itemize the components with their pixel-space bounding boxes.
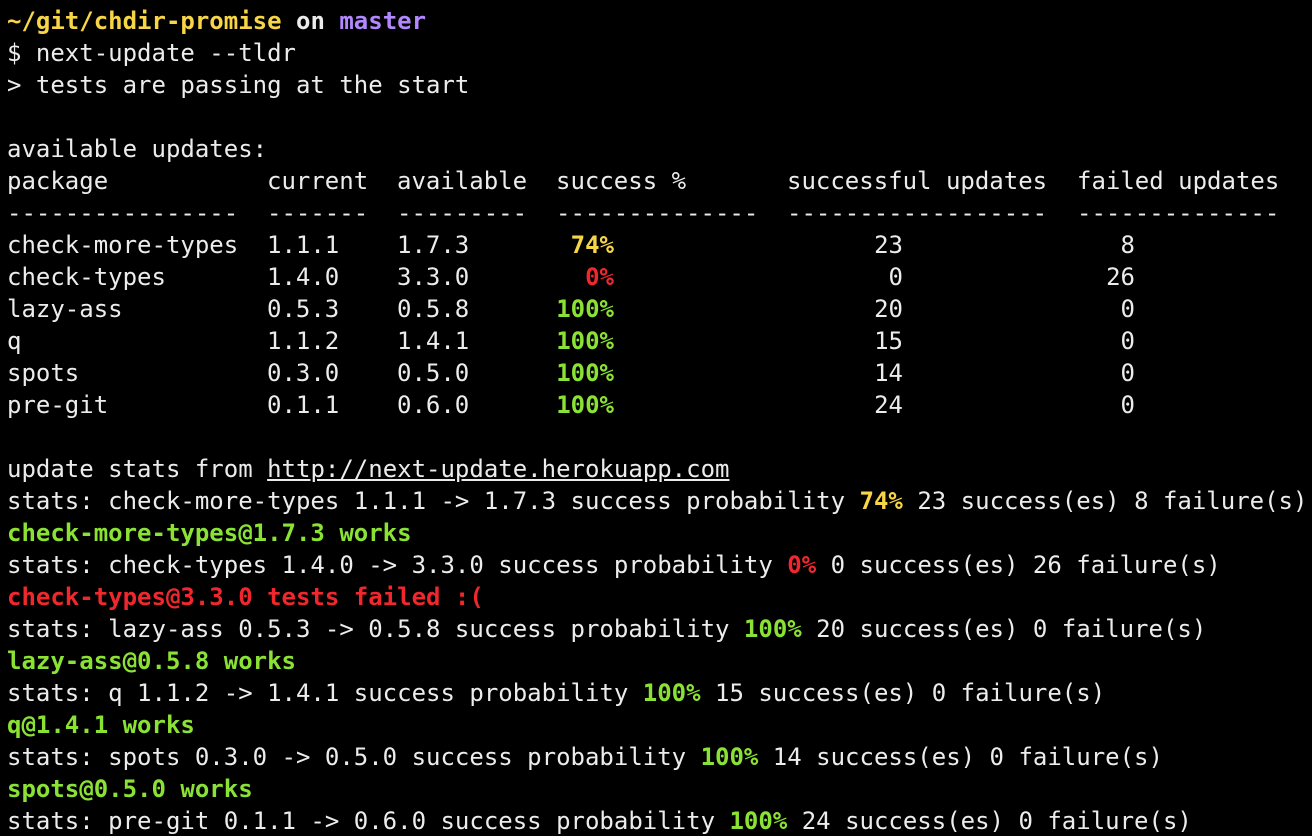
cell-package: q	[7, 327, 22, 355]
terminal-window[interactable]: ~/git/chdir-promise on master $ next-upd…	[0, 0, 1312, 836]
table-row: check-more-types 1.1.1 1.7.3 74% 23 8	[0, 229, 1312, 261]
prompt-line: ~/git/chdir-promise on master	[0, 5, 426, 37]
table-row: check-types 1.4.0 3.3.0 0% 0 26	[0, 261, 1312, 293]
cell-success: 74%	[570, 231, 614, 259]
stats-probability: 100%	[729, 807, 788, 835]
cell-available: 1.7.3	[397, 231, 470, 259]
result-line-works: check-more-types@1.7.3 works	[7, 519, 412, 547]
result-line-works: lazy-ass@0.5.8 works	[7, 647, 296, 675]
table-row: lazy-ass 0.5.3 0.5.8 100% 20 0	[0, 293, 1312, 325]
separator-dashes: ---------	[397, 199, 528, 227]
cell-successful: 20	[874, 295, 903, 323]
separator-dashes: --------------	[556, 199, 759, 227]
header-successful-updates: successful updates	[787, 167, 1048, 195]
cell-success: 100%	[556, 391, 614, 419]
table-separator: ---------------- ------- --------- -----…	[0, 197, 1312, 229]
cell-package: check-more-types	[7, 231, 239, 259]
cell-success: 100%	[556, 327, 614, 355]
table-row: q 1.1.2 1.4.1 100% 15 0	[0, 325, 1312, 357]
cell-failed: 0	[1120, 295, 1135, 323]
cell-success: 100%	[556, 295, 614, 323]
stats-probability: 0%	[787, 551, 817, 579]
available-updates-label: available updates:	[7, 135, 268, 163]
stats-line: stats: pre-git 0.1.1 -> 0.6.0 success pr…	[0, 805, 1192, 836]
result-line-works: spots@0.5.0 works	[7, 775, 253, 803]
separator-dashes: ----------------	[7, 199, 239, 227]
stats-counts: 14 success(es) 0 failure(s)	[758, 743, 1163, 771]
stats-source-line: update stats from http://next-update.her…	[0, 453, 729, 485]
stats-counts: 15 success(es) 0 failure(s)	[700, 679, 1106, 707]
cell-package: pre-git	[7, 391, 109, 419]
cell-successful: 24	[874, 391, 903, 419]
header-success: success %	[556, 167, 687, 195]
stats-probability: 100%	[743, 615, 802, 643]
separator-dashes: -------	[267, 199, 369, 227]
cell-package: lazy-ass	[7, 295, 123, 323]
cell-current: 0.5.3	[267, 295, 340, 323]
stats-text: stats: check-types 1.4.0 -> 3.3.0 succes…	[7, 551, 788, 579]
cell-available: 0.6.0	[397, 391, 470, 419]
result-line-works: q@1.4.1 works	[7, 711, 195, 739]
stats-line: stats: check-more-types 1.1.1 -> 1.7.3 s…	[0, 485, 1307, 517]
stats-url-link[interactable]: http://next-update.herokuapp.com	[267, 455, 729, 483]
cell-available: 3.3.0	[397, 263, 470, 291]
cell-current: 1.1.2	[267, 327, 340, 355]
prompt-on: on	[281, 7, 340, 35]
table-row: spots 0.3.0 0.5.0 100% 14 0	[0, 357, 1312, 389]
stats-text: stats: q 1.1.2 -> 1.4.1 success probabil…	[7, 679, 643, 707]
table-header: package current available success % succ…	[0, 165, 1312, 197]
cell-package: check-types	[7, 263, 166, 291]
stats-source-prefix: update stats from	[7, 455, 268, 483]
stats-line: stats: q 1.1.2 -> 1.4.1 success probabil…	[0, 677, 1105, 709]
stats-line: stats: lazy-ass 0.5.3 -> 0.5.8 success p…	[0, 613, 1206, 645]
command-line: $ next-update --tldr	[7, 39, 296, 67]
cell-successful: 15	[874, 327, 903, 355]
cell-failed: 8	[1120, 231, 1135, 259]
cwd-path: ~/git/chdir-promise	[7, 7, 282, 35]
header-package: package	[7, 167, 109, 195]
cell-success: 100%	[556, 359, 614, 387]
stats-line: stats: spots 0.3.0 -> 0.5.0 success prob…	[0, 741, 1163, 773]
cell-failed: 0	[1120, 327, 1135, 355]
stats-text: stats: spots 0.3.0 -> 0.5.0 success prob…	[7, 743, 701, 771]
table-row: pre-git 0.1.1 0.6.0 100% 24 0	[0, 389, 1312, 421]
cell-current: 0.1.1	[267, 391, 340, 419]
cell-available: 0.5.8	[397, 295, 470, 323]
cell-successful: 23	[874, 231, 903, 259]
stats-probability: 74%	[859, 487, 903, 515]
cell-current: 1.1.1	[267, 231, 340, 259]
stats-probability: 100%	[642, 679, 701, 707]
cell-available: 1.4.1	[397, 327, 470, 355]
git-branch: master	[339, 7, 427, 35]
cell-current: 1.4.0	[267, 263, 340, 291]
cell-available: 0.5.0	[397, 359, 470, 387]
stats-text: stats: check-more-types 1.1.1 -> 1.7.3 s…	[7, 487, 860, 515]
header-current: current	[267, 167, 369, 195]
separator-dashes: --------------	[1077, 199, 1280, 227]
cell-success: 0%	[585, 263, 614, 291]
stats-counts: 24 success(es) 0 failure(s)	[787, 807, 1192, 835]
cell-package: spots	[7, 359, 80, 387]
stats-counts: 23 success(es) 8 failure(s)	[902, 487, 1308, 515]
result-line-failed: check-types@3.3.0 tests failed :(	[7, 583, 484, 611]
intro-message: > tests are passing at the start	[7, 71, 470, 99]
stats-counts: 0 success(es) 26 failure(s)	[816, 551, 1221, 579]
header-available: available	[397, 167, 528, 195]
cell-successful: 14	[874, 359, 903, 387]
cell-failed: 26	[1106, 263, 1135, 291]
cell-current: 0.3.0	[267, 359, 340, 387]
stats-probability: 100%	[700, 743, 759, 771]
header-failed-updates: failed updates	[1077, 167, 1280, 195]
stats-counts: 20 success(es) 0 failure(s)	[801, 615, 1207, 643]
cell-failed: 0	[1120, 391, 1135, 419]
stats-text: stats: pre-git 0.1.1 -> 0.6.0 success pr…	[7, 807, 730, 835]
cell-successful: 0	[888, 263, 903, 291]
separator-dashes: ------------------	[787, 199, 1048, 227]
stats-text: stats: lazy-ass 0.5.3 -> 0.5.8 success p…	[7, 615, 744, 643]
cell-failed: 0	[1120, 359, 1135, 387]
stats-line: stats: check-types 1.4.0 -> 3.3.0 succes…	[0, 549, 1221, 581]
